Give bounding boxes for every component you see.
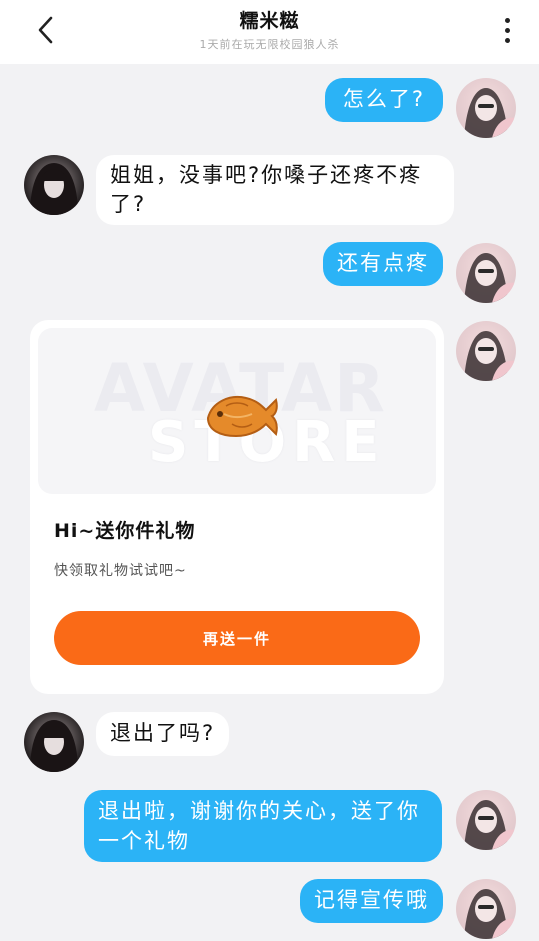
avatar-image [464,800,516,850]
chat-title: 糯米糍 [239,10,300,32]
gift-banner: AVATAR STORE [38,328,436,494]
message-text: 记得宣传哦 [314,888,429,912]
avatar-image [464,253,516,303]
message-text: 姐姐，没事吧?你嗓子还疼不疼了? [110,163,423,216]
avatar-image [30,163,78,215]
gift-title: Hi~送你件礼物 [54,520,196,542]
my-avatar[interactable] [456,879,516,939]
message-text: 退出了吗? [110,721,216,745]
send-again-label: 再送一件 [202,629,271,648]
message-text: 还有点疼 [337,251,429,275]
avatar-image [464,88,516,138]
avatar-image [464,331,516,381]
send-again-button[interactable]: 再送一件 [54,611,420,665]
friend-avatar[interactable] [24,712,84,772]
message-text: 退出啦，谢谢你的关心，送了你一个礼物 [98,799,420,853]
my-avatar[interactable] [456,78,516,138]
gift-card[interactable]: AVATAR STORE Hi~送你件礼物 快领取礼物试试吧~ 再送一件 [30,320,444,694]
friend-avatar[interactable] [24,155,84,215]
message-bubble-received[interactable]: 姐姐，没事吧?你嗓子还疼不疼了? [96,155,454,225]
message-bubble-received[interactable]: 退出了吗? [96,712,230,756]
message-text: 怎么了? [342,87,425,111]
avatar-image [30,720,78,772]
gift-description: 快领取礼物试试吧~ [54,563,187,579]
my-avatar[interactable] [456,790,516,850]
message-bubble-sent[interactable]: 还有点疼 [323,242,443,286]
chat-header: 糯米糍 1天前在玩无限校园狼人杀 [0,0,539,64]
message-bubble-sent[interactable]: 怎么了? [324,78,443,122]
fish-cookie-icon [206,396,278,438]
more-vertical-icon[interactable] [497,14,517,46]
chat-subtitle: 1天前在玩无限校园狼人杀 [199,38,340,51]
my-avatar[interactable] [456,321,516,381]
message-bubble-sent[interactable]: 记得宣传哦 [300,879,443,923]
my-avatar[interactable] [456,243,516,303]
avatar-image [464,889,516,939]
message-bubble-sent[interactable]: 退出啦，谢谢你的关心，送了你一个礼物 [84,790,442,862]
